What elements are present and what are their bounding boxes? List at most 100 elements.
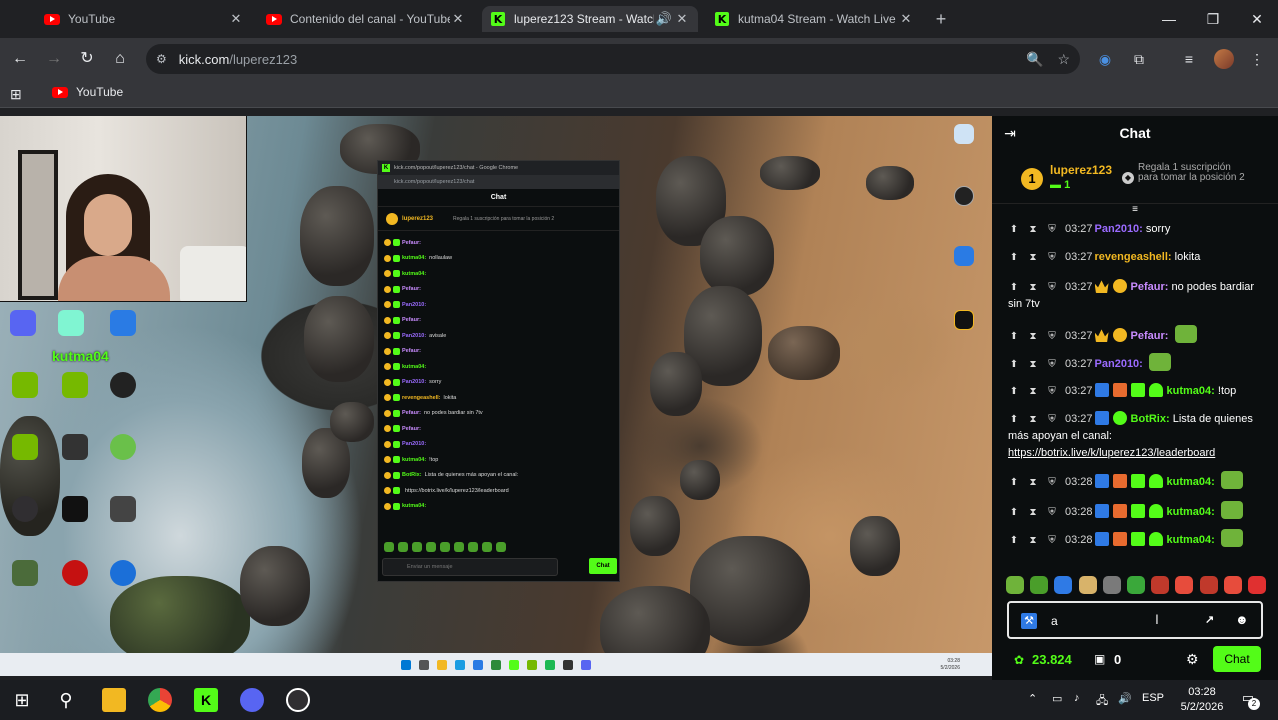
reload-button[interactable]: ↻ [75,47,99,71]
obs-taskbar-icon[interactable] [286,688,310,712]
file-explorer-icon[interactable] [102,688,126,712]
chat-message[interactable]: ⬆ ⧗ ⛨ 03:27 Pan2010: sorry [1008,221,1270,238]
ban-icon[interactable]: ⛨ [1046,383,1058,400]
site-info-icon[interactable]: ⚙ [156,52,167,66]
ban-icon[interactable]: ⛨ [1046,249,1058,266]
emote-icon[interactable] [1054,576,1073,594]
message-username[interactable]: kutma04: [1167,506,1215,518]
volume-icon[interactable]: 🔊 [1118,692,1132,705]
tab-youtube[interactable]: YouTube ✕ [36,6,252,32]
message-link[interactable]: https://botrix.live/k/luperez123/leaderb… [1008,447,1215,459]
profile-avatar[interactable] [1214,49,1234,69]
audio-icon[interactable]: 🔊 [654,11,674,27]
timeout-icon[interactable]: ⧗ [1027,249,1039,266]
network-icon[interactable]: 🖧 [1096,692,1108,711]
chrome-icon[interactable] [148,688,172,712]
minimize-button[interactable]: — [1154,8,1184,30]
pin-icon[interactable]: ⬆ [1008,474,1020,491]
ban-icon[interactable]: ⛨ [1046,279,1058,296]
gear-icon[interactable]: ⚙ [1186,651,1199,668]
timeout-icon[interactable]: ⧗ [1027,356,1039,373]
timeout-icon[interactable]: ⧗ [1027,411,1039,428]
chat-message[interactable]: ⬆ ⧗ ⛨ 03:28 kutma04: [1008,529,1270,549]
close-icon[interactable]: ✕ [228,11,244,27]
close-window-button[interactable]: ✕ [1242,8,1272,30]
channel-points-value[interactable]: 0 [1114,652,1121,667]
chat-message[interactable]: ⬆ ⧗ ⛨ 03:27 Pan2010: [1008,353,1270,373]
stream-video[interactable]: kutma04 kick.com/popout/luperez123/chat … [0,116,992,676]
message-username[interactable]: kutma04: [1167,385,1215,397]
ban-icon[interactable]: ⛨ [1046,504,1058,521]
chat-message[interactable]: ⬆ ⧗ ⛨ 03:27 revengeashell: lokita [1008,249,1270,266]
ban-icon[interactable]: ⛨ [1046,411,1058,428]
timeout-icon[interactable]: ⧗ [1027,221,1039,238]
search-icon[interactable]: ⚲ [54,688,78,712]
tray-app-icon[interactable]: ♪ [1074,692,1080,704]
pin-icon[interactable]: ⬆ [1008,249,1020,266]
emote-icon[interactable] [1102,576,1121,594]
emote-icon[interactable] [1126,576,1145,594]
zoom-icon[interactable]: 🔍 [1026,51,1043,68]
menu-icon[interactable]: ⋮ [1246,48,1268,70]
chat-message[interactable]: ⬆ ⧗ ⛨ 03:27 kutma04: !top [1008,383,1270,400]
pin-icon[interactable]: ⬆ [1008,221,1020,238]
timeout-icon[interactable]: ⧗ [1027,474,1039,491]
timeout-icon[interactable]: ⧗ [1027,504,1039,521]
taskbar-clock[interactable]: 03:28 5/2/2026 [1178,685,1226,715]
chat-input-value[interactable]: a [1051,614,1058,628]
home-button[interactable]: ⌂ [108,47,132,71]
address-bar[interactable]: ⚙ kick.com/luperez123 🔍 ☆ [146,44,1080,74]
ban-icon[interactable]: ⛨ [1046,532,1058,549]
close-icon[interactable]: ✕ [674,11,690,27]
message-username[interactable]: BotRix: [1131,413,1170,425]
emote-icon[interactable] [1006,576,1024,594]
new-tab-button[interactable]: + [930,8,952,30]
apps-grid-icon[interactable]: ⊞ [10,86,22,103]
timeout-icon[interactable]: ⧗ [1027,328,1039,345]
tab-contenido-canal[interactable]: Contenido del canal - YouTube ✕ [258,6,474,32]
back-button[interactable]: ← [8,47,32,71]
ban-icon[interactable]: ⛨ [1046,356,1058,373]
media-control-icon[interactable]: ≡ [1178,48,1200,70]
kick-app-icon[interactable]: K [194,688,218,712]
emote-icon[interactable] [1175,576,1194,594]
bookmark-star-icon[interactable]: ☆ [1057,51,1070,68]
chat-message[interactable]: ⬆ ⧗ ⛨ 03:27 Pefaur: [1008,325,1270,345]
ban-icon[interactable]: ⛨ [1046,328,1058,345]
pin-icon[interactable]: ⬆ [1008,328,1020,345]
pin-icon[interactable]: ⬆ [1008,356,1020,373]
close-icon[interactable]: ✕ [450,11,466,27]
drag-handle-icon[interactable]: ≡ [1128,205,1142,215]
chat-message[interactable]: ⬆ ⧗ ⛨ 03:27 Pefaur: no podes bardiar sin 7tv [1008,279,1270,313]
extensions-icon[interactable]: ⧉ [1128,48,1150,70]
pin-icon[interactable]: ⬆ [1008,383,1020,400]
emote-icon[interactable] [1030,576,1049,594]
emoji-picker-icon[interactable]: ☻ [1235,612,1249,627]
message-username[interactable]: Pefaur: [1131,330,1169,342]
ban-icon[interactable]: ⛨ [1046,474,1058,491]
tray-app-icon[interactable]: ▭ [1052,692,1062,705]
bookmark-youtube[interactable]: YouTube [52,85,123,99]
pin-icon[interactable]: ⬆ [1008,411,1020,428]
pin-icon[interactable]: ⬆ [1008,532,1020,549]
message-username[interactable]: kutma04: [1167,534,1215,546]
message-username[interactable]: Pan2010: [1095,358,1143,370]
chat-message[interactable]: ⬆ ⧗ ⛨ 03:27 BotRix: Lista de quienes más apo… [1008,411,1270,462]
emote-icon[interactable] [1151,576,1170,594]
points-balance[interactable]: 23.824 [1032,652,1072,667]
chat-input[interactable]: ⚒ a I ↗ ☻ [1007,601,1263,639]
chat-message-list[interactable]: ⬆ ⧗ ⛨ 03:27 Pan2010: sorry ⬆ ⧗ ⛨ 03:27 revengeash… [992,217,1278,570]
tab-kutma04[interactable]: K kutma04 Stream - Watch Live o ✕ [706,6,922,32]
emote-icon[interactable] [1078,576,1097,594]
ban-icon[interactable]: ⛨ [1046,221,1058,238]
tab-luperez123[interactable]: K luperez123 Stream - Watch 🔊 ✕ [482,6,698,32]
message-username[interactable]: revengeashell: [1095,251,1172,263]
emote-icon[interactable] [1199,576,1218,594]
restore-button[interactable]: ❐ [1198,8,1228,30]
emote-icon[interactable] [1223,576,1242,594]
pin-icon[interactable]: ⬆ [1008,279,1020,296]
emote-icon[interactable] [1247,576,1266,594]
message-username[interactable]: Pan2010: [1095,223,1143,235]
forward-button[interactable]: → [42,47,66,71]
tray-chevron-icon[interactable]: ⌃ [1028,692,1037,705]
